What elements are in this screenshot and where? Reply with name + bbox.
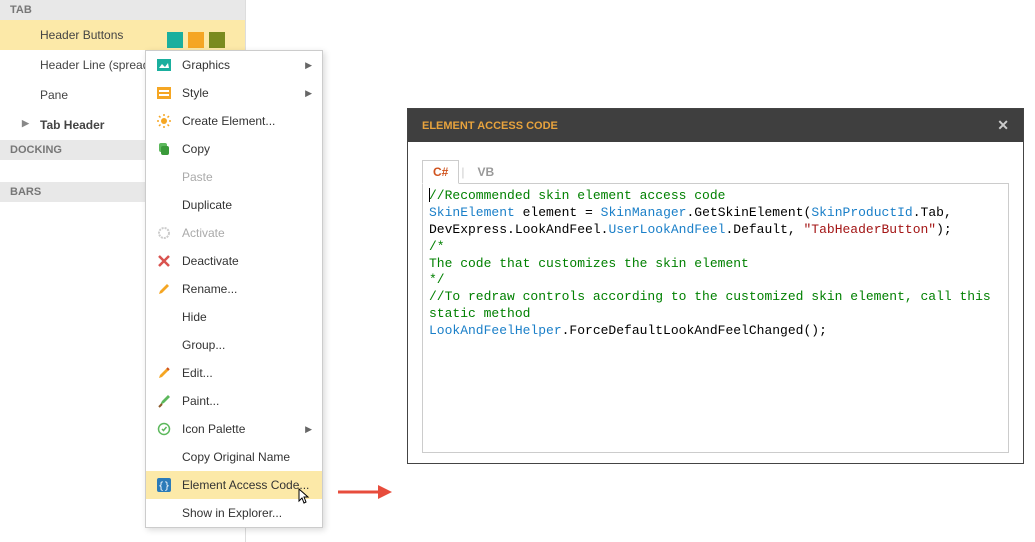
pencil-icon bbox=[156, 365, 172, 381]
copy-icon bbox=[156, 141, 172, 157]
dialog-header: ELEMENT ACCESS CODE ✕ bbox=[408, 109, 1023, 142]
menu-item-style[interactable]: Style ▶ bbox=[146, 79, 322, 107]
style-icon bbox=[156, 85, 172, 101]
blank-icon bbox=[156, 505, 172, 521]
menu-item-rename[interactable]: Rename... bbox=[146, 275, 322, 303]
close-icon[interactable]: ✕ bbox=[997, 117, 1009, 134]
blank-icon bbox=[156, 449, 172, 465]
sun-icon bbox=[156, 113, 172, 129]
menu-item-copy-original[interactable]: Copy Original Name bbox=[146, 443, 322, 471]
dialog-title: ELEMENT ACCESS CODE bbox=[422, 120, 558, 132]
swatch-olive[interactable] bbox=[209, 32, 225, 48]
image-icon bbox=[156, 57, 172, 73]
tree-section-tab: TAB bbox=[0, 0, 245, 20]
menu-item-edit[interactable]: Edit... bbox=[146, 359, 322, 387]
x-icon bbox=[156, 253, 172, 269]
menu-item-show-explorer[interactable]: Show in Explorer... bbox=[146, 499, 322, 527]
target-icon bbox=[156, 421, 172, 437]
blank-icon bbox=[156, 309, 172, 325]
svg-text:{}: {} bbox=[158, 481, 170, 492]
menu-item-group[interactable]: Group... bbox=[146, 331, 322, 359]
menu-item-graphics[interactable]: Graphics ▶ bbox=[146, 51, 322, 79]
chevron-right-icon: ▶ bbox=[305, 60, 312, 71]
menu-item-hide[interactable]: Hide bbox=[146, 303, 322, 331]
menu-item-element-access-code[interactable]: {} Element Access Code... bbox=[146, 471, 322, 499]
menu-item-icon-palette[interactable]: Icon Palette ▶ bbox=[146, 415, 322, 443]
gear-icon bbox=[156, 225, 172, 241]
tab-csharp[interactable]: C# bbox=[422, 160, 459, 184]
code-language-tabs: C# | VB bbox=[422, 160, 1009, 184]
tab-separator: | bbox=[461, 165, 464, 179]
expand-icon[interactable]: ▶ bbox=[22, 118, 29, 129]
menu-item-deactivate[interactable]: Deactivate bbox=[146, 247, 322, 275]
menu-item-duplicate[interactable]: Duplicate bbox=[146, 191, 322, 219]
context-menu: Graphics ▶ Style ▶ Create Element... Cop… bbox=[145, 50, 323, 528]
pencil-icon bbox=[156, 281, 172, 297]
blank-icon bbox=[156, 197, 172, 213]
menu-item-activate: Activate bbox=[146, 219, 322, 247]
blank-icon bbox=[156, 169, 172, 185]
brush-icon bbox=[156, 393, 172, 409]
chevron-right-icon: ▶ bbox=[305, 424, 312, 435]
element-access-code-dialog: ELEMENT ACCESS CODE ✕ C# | VB //Recommen… bbox=[407, 108, 1024, 464]
swatch-teal[interactable] bbox=[167, 32, 183, 48]
braces-icon: {} bbox=[156, 477, 172, 493]
tab-vb[interactable]: VB bbox=[466, 160, 505, 184]
arrow-icon bbox=[338, 483, 393, 501]
cursor-icon bbox=[298, 488, 314, 504]
swatch-orange[interactable] bbox=[188, 32, 204, 48]
color-swatches bbox=[167, 32, 225, 48]
chevron-right-icon: ▶ bbox=[305, 88, 312, 99]
menu-item-paint[interactable]: Paint... bbox=[146, 387, 322, 415]
code-block[interactable]: //Recommended skin element access code S… bbox=[422, 183, 1009, 453]
menu-item-create-element[interactable]: Create Element... bbox=[146, 107, 322, 135]
menu-item-copy[interactable]: Copy bbox=[146, 135, 322, 163]
blank-icon bbox=[156, 337, 172, 353]
menu-item-paste: Paste bbox=[146, 163, 322, 191]
